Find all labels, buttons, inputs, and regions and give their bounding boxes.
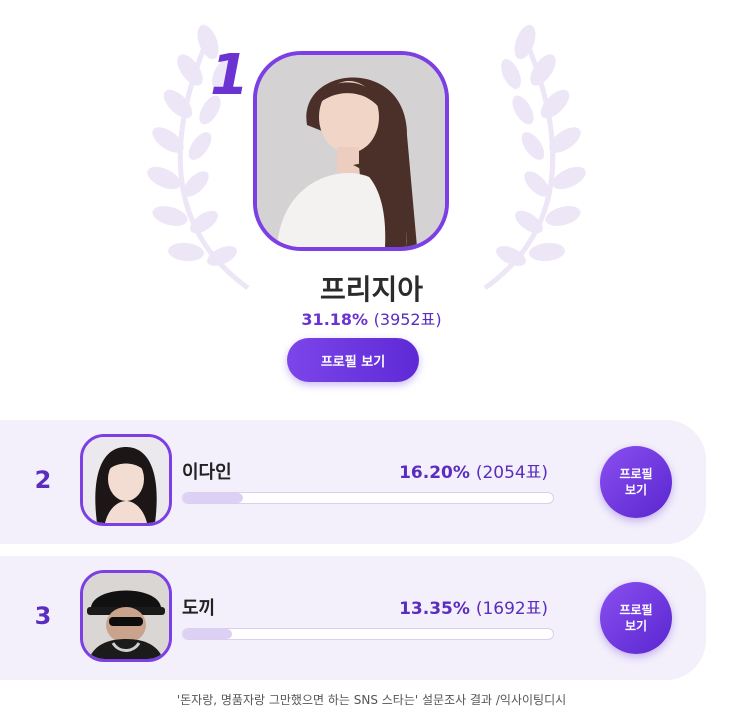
rank-3-progress-fill xyxy=(183,629,233,639)
winner-profile-button[interactable]: 프로필 보기 xyxy=(287,338,419,382)
winner-stat: 31.18% (3952표) xyxy=(0,306,743,330)
rank-2-stat: 16.20% (2054표) xyxy=(399,458,548,483)
winner-avatar[interactable] xyxy=(253,51,449,251)
portrait-photo xyxy=(83,573,169,659)
rank-3-progress-bar xyxy=(182,628,554,640)
rank-number: 2 xyxy=(34,466,52,494)
rank-3-avatar[interactable] xyxy=(80,570,172,662)
survey-caption: '돈자랑, 명품자랑 그만했으면 하는 SNS 스타는' 설문조사 결과 /익사… xyxy=(176,693,567,707)
winner-section: 1 프리지아 31.18% (3952표) 프로필 보기 xyxy=(0,0,743,400)
rank-number: 3 xyxy=(34,602,52,630)
rank-card-3: 3 도끼 13.35% (1692표) 프로필 보기 xyxy=(0,556,706,680)
rank-2-profile-button[interactable]: 프로필 보기 xyxy=(600,446,672,518)
winner-percent: 31.18% xyxy=(301,310,369,329)
winner-name: 프리지아 xyxy=(319,273,424,306)
rank-card-2: 2 이다인 16.20% (2054표) 프로필 보기 xyxy=(0,420,706,544)
rank-2-avatar[interactable] xyxy=(80,434,172,526)
rank-3-name: 도끼 xyxy=(182,598,216,619)
rank-3-stat: 13.35% (1692표) xyxy=(399,594,548,619)
rank-1-number: 1 xyxy=(210,43,249,108)
rank-2-votes: (2054표) xyxy=(475,463,548,483)
rank-3-votes: (1692표) xyxy=(475,599,548,619)
rank-2-percent: 16.20% xyxy=(399,463,470,483)
portrait-photo xyxy=(83,437,169,523)
rank-3-profile-button[interactable]: 프로필 보기 xyxy=(600,582,672,654)
portrait-photo xyxy=(257,55,445,247)
rank-3-percent: 13.35% xyxy=(399,599,470,619)
rank-2-progress-bar xyxy=(182,492,554,504)
winner-votes: (3952표) xyxy=(373,310,442,329)
rank-2-progress-fill xyxy=(183,493,243,503)
laurel-wreath-right-icon xyxy=(483,24,586,291)
rank-2-name: 이다인 xyxy=(182,462,232,483)
